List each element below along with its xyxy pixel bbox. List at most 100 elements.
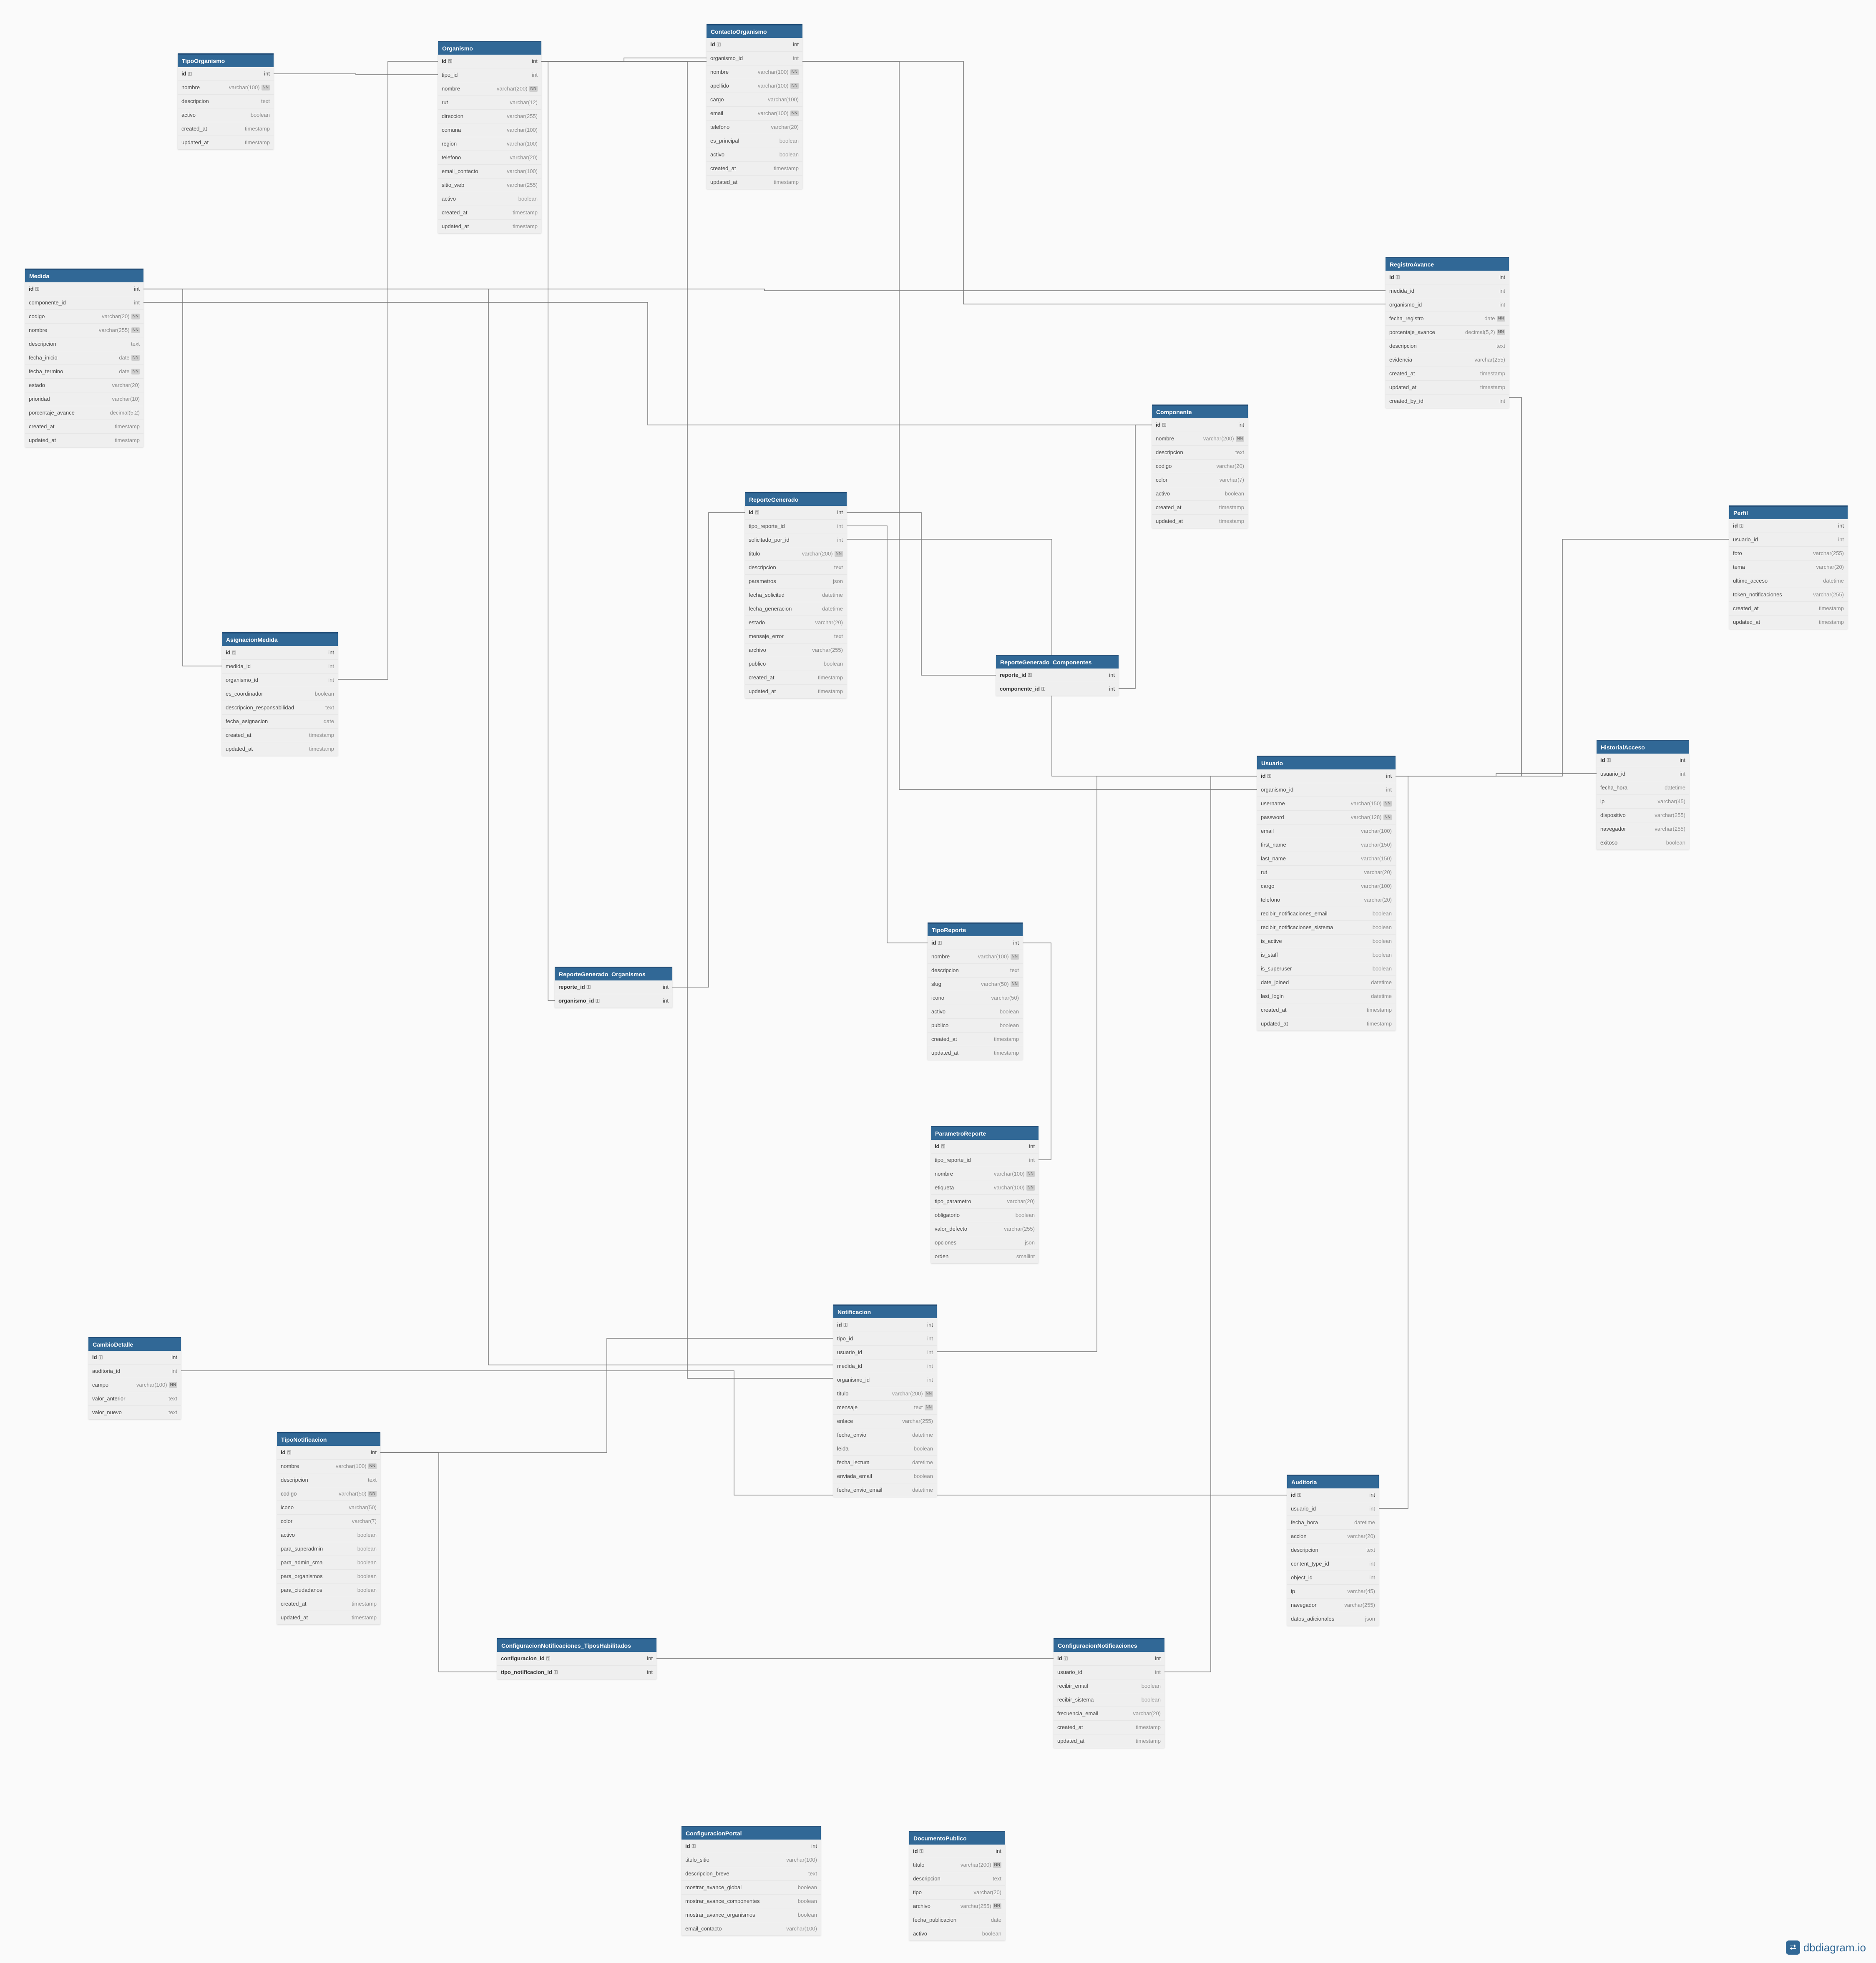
field-row[interactable]: id ⚿ int: [833, 1318, 937, 1332]
field-row[interactable]: fecha_termino date NN: [25, 365, 143, 379]
relation-line[interactable]: [1396, 773, 1597, 777]
field-row[interactable]: email_contacto varchar(100): [681, 1922, 821, 1935]
field-row[interactable]: id ⚿ int: [1257, 769, 1396, 783]
field-row[interactable]: fecha_hora datetime: [1287, 1516, 1379, 1530]
field-row[interactable]: valor_anterior text: [88, 1392, 181, 1406]
field-row[interactable]: descripcion text: [928, 964, 1023, 978]
field-row[interactable]: tipo_id int: [438, 68, 541, 82]
field-row[interactable]: nombre varchar(100) NN: [928, 950, 1023, 964]
table-header[interactable]: ReporteGenerado_Organismos: [555, 967, 672, 980]
field-row[interactable]: fecha_lectura datetime: [833, 1456, 937, 1470]
field-row[interactable]: object_id int: [1287, 1571, 1379, 1585]
relation-line[interactable]: [380, 1452, 497, 1672]
table-configuracion-notificaciones-tipos-habilitados[interactable]: ConfiguracionNotificaciones_TiposHabilit…: [497, 1638, 656, 1679]
field-row[interactable]: descripcion text: [745, 561, 847, 575]
field-row[interactable]: is_active boolean: [1257, 935, 1396, 948]
field-row[interactable]: fecha_solicitud datetime: [745, 588, 847, 602]
table-perfil[interactable]: Perfil id ⚿ int usuario_id int foto varchar(255…: [1729, 505, 1848, 629]
field-row[interactable]: organismo_id int: [833, 1373, 937, 1387]
field-row[interactable]: accion varchar(20): [1287, 1530, 1379, 1543]
field-row[interactable]: telefono varchar(20): [438, 151, 541, 165]
table-header[interactable]: ContactoOrganismo: [707, 24, 802, 38]
field-row[interactable]: parametros json: [745, 575, 847, 588]
field-row[interactable]: updated_at timestamp: [277, 1611, 380, 1624]
relation-line[interactable]: [143, 289, 1386, 291]
field-row[interactable]: token_notificaciones varchar(255): [1729, 588, 1848, 602]
field-row[interactable]: fecha_hora datetime: [1597, 781, 1689, 795]
field-row[interactable]: navegador varchar(255): [1597, 822, 1689, 836]
table-notificacion[interactable]: Notificacion id ⚿ int tipo_id int usuario_id in…: [833, 1304, 937, 1497]
relation-line[interactable]: [274, 73, 438, 75]
field-row[interactable]: usuario_id int: [1054, 1666, 1164, 1679]
field-row[interactable]: recibir_sistema boolean: [1054, 1693, 1164, 1707]
field-row[interactable]: fecha_registro date NN: [1386, 312, 1509, 326]
table-header[interactable]: Notificacion: [833, 1304, 937, 1318]
field-row[interactable]: id ⚿ int: [178, 67, 274, 81]
field-row[interactable]: descripcion text: [25, 337, 143, 351]
field-row[interactable]: estado varchar(20): [25, 379, 143, 392]
table-header[interactable]: ConfiguracionNotificaciones: [1054, 1638, 1164, 1652]
field-row[interactable]: color varchar(7): [1152, 473, 1248, 487]
field-row[interactable]: created_at timestamp: [707, 162, 802, 176]
field-row[interactable]: activo boolean: [178, 108, 274, 122]
field-row[interactable]: tema varchar(20): [1729, 560, 1848, 574]
field-row[interactable]: password varchar(128) NN: [1257, 811, 1396, 824]
field-row[interactable]: descripcion text: [1287, 1543, 1379, 1557]
field-row[interactable]: id ⚿ int: [1386, 271, 1509, 284]
relation-line[interactable]: [541, 61, 833, 1379]
field-row[interactable]: activo boolean: [277, 1528, 380, 1542]
field-row[interactable]: ip varchar(45): [1287, 1585, 1379, 1599]
field-row[interactable]: created_at timestamp: [928, 1033, 1023, 1046]
field-row[interactable]: para_superadmin boolean: [277, 1542, 380, 1556]
field-row[interactable]: updated_at timestamp: [1729, 616, 1848, 629]
field-row[interactable]: created_at timestamp: [745, 671, 847, 685]
field-row[interactable]: slug varchar(50) NN: [928, 978, 1023, 991]
field-row[interactable]: updated_at timestamp: [178, 136, 274, 149]
relation-line[interactable]: [1164, 776, 1257, 1672]
field-row[interactable]: fecha_asignacion date: [222, 715, 338, 729]
field-row[interactable]: updated_at timestamp: [1386, 381, 1509, 395]
field-row[interactable]: archivo varchar(255) NN: [909, 1900, 1005, 1913]
field-row[interactable]: fecha_envio_email datetime: [833, 1483, 937, 1497]
field-row[interactable]: rut varchar(12): [438, 96, 541, 110]
field-row[interactable]: foto varchar(255): [1729, 547, 1848, 560]
field-row[interactable]: es_coordinador boolean: [222, 687, 338, 701]
field-row[interactable]: email varchar(100) NN: [707, 107, 802, 121]
field-row[interactable]: created_at timestamp: [1257, 1003, 1396, 1017]
field-row[interactable]: region varchar(100): [438, 137, 541, 151]
field-row[interactable]: opciones json: [931, 1236, 1039, 1250]
field-row[interactable]: titulo varchar(200) NN: [833, 1387, 937, 1401]
table-configuracion-portal[interactable]: ConfiguracionPortal id ⚿ int titulo_sitio var…: [681, 1826, 821, 1935]
field-row[interactable]: obligatorio boolean: [931, 1209, 1039, 1222]
table-tipo-notificacion[interactable]: TipoNotificacion id ⚿ int nombre varchar(100)…: [277, 1432, 380, 1624]
relation-line[interactable]: [541, 61, 555, 1001]
table-header[interactable]: TipoNotificacion: [277, 1432, 380, 1446]
field-row[interactable]: id ⚿ int: [1152, 418, 1248, 432]
field-row[interactable]: updated_at timestamp: [1054, 1734, 1164, 1748]
table-header[interactable]: TipoReporte: [928, 922, 1023, 936]
field-row[interactable]: frecuencia_email varchar(20): [1054, 1707, 1164, 1721]
field-row[interactable]: sitio_web varchar(255): [438, 178, 541, 192]
field-row[interactable]: email_contacto varchar(100): [438, 165, 541, 178]
field-row[interactable]: created_by_id int: [1386, 395, 1509, 408]
field-row[interactable]: codigo varchar(20): [1152, 460, 1248, 473]
field-row[interactable]: para_ciudadanos boolean: [277, 1583, 380, 1597]
field-row[interactable]: fecha_inicio date NN: [25, 351, 143, 365]
field-row[interactable]: id ⚿ int: [931, 1140, 1039, 1154]
field-row[interactable]: id ⚿ int: [909, 1845, 1005, 1858]
field-row[interactable]: valor_defecto varchar(255): [931, 1222, 1039, 1236]
table-tipo-reporte[interactable]: TipoReporte id ⚿ int nombre varchar(100) NN des…: [928, 922, 1023, 1060]
field-row[interactable]: mensaje_error text: [745, 630, 847, 643]
table-header[interactable]: ConfiguracionNotificaciones_TiposHabilit…: [497, 1638, 656, 1652]
field-row[interactable]: para_admin_sma boolean: [277, 1556, 380, 1570]
field-row[interactable]: last_name varchar(150): [1257, 852, 1396, 866]
table-reporte-generado-organismos[interactable]: ReporteGenerado_Organismos reporte_id ⚿ int…: [555, 967, 672, 1008]
field-row[interactable]: usuario_id int: [1729, 533, 1848, 547]
field-row[interactable]: apellido varchar(100) NN: [707, 79, 802, 93]
field-row[interactable]: medida_id int: [1386, 284, 1509, 298]
field-row[interactable]: configuracion_id ⚿ int: [497, 1652, 656, 1666]
table-header[interactable]: RegistroAvance: [1386, 257, 1509, 271]
field-row[interactable]: tipo_notificacion_id ⚿ int: [497, 1666, 656, 1679]
table-organismo[interactable]: Organismo id ⚿ int tipo_id int nombre varchar(2…: [438, 41, 541, 233]
field-row[interactable]: mensaje text NN: [833, 1401, 937, 1415]
